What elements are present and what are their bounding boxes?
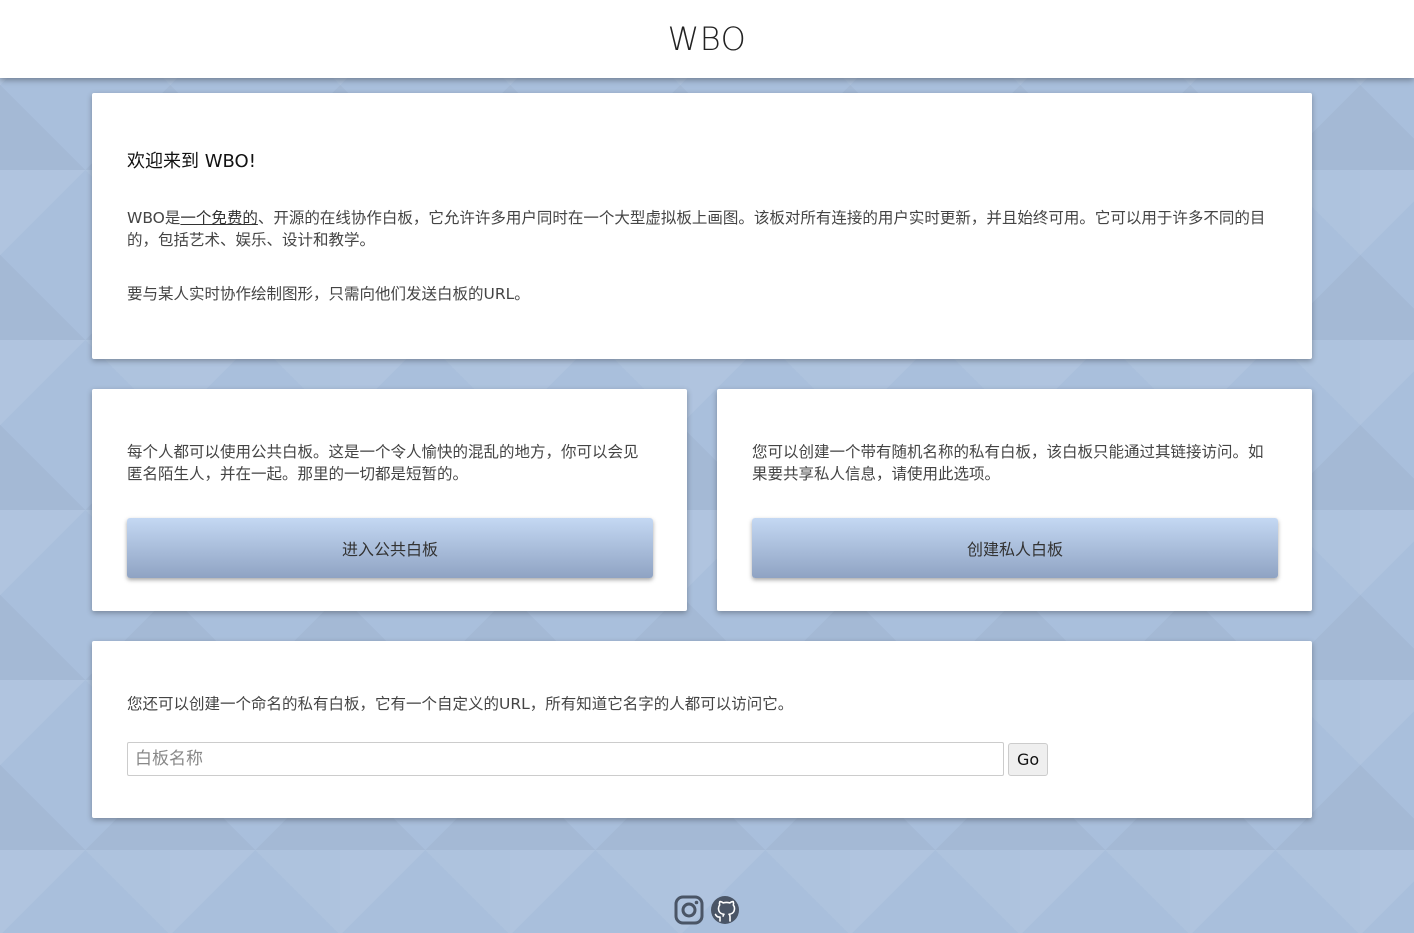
create-private-board-button[interactable]: 创建私人白板	[752, 518, 1278, 578]
welcome-title: 欢迎来到 WBO!	[127, 151, 256, 172]
welcome-desc-start: WBO是	[127, 209, 181, 227]
top-bar: WBO	[0, 0, 1414, 78]
named-board-card: 您还可以创建一个命名的私有白板，它有一个自定义的URL，所有知道它名字的人都可以…	[92, 641, 1312, 818]
board-name-input[interactable]	[127, 742, 1004, 776]
enter-public-board-button[interactable]: 进入公共白板	[127, 518, 653, 578]
share-url-hint: 要与某人实时协作绘制图形，只需向他们发送白板的URL。	[127, 285, 530, 303]
welcome-desc-rest: 、开源的在线协作白板，它允许许多用户同时在一个大型虚拟板上画图。该板对所有连接的…	[127, 209, 1266, 249]
named-board-description: 您还可以创建一个命名的私有白板，它有一个自定义的URL，所有知道它名字的人都可以…	[127, 695, 794, 713]
app-title: WBO	[667, 20, 747, 58]
github-icon[interactable]	[709, 894, 741, 926]
public-board-card: 每个人都可以使用公共白板。这是一个令人愉快的混乱的地方，你可以会见匿名陌生人，并…	[92, 389, 687, 611]
instagram-icon[interactable]	[673, 894, 705, 926]
named-board-form: Go	[127, 742, 1277, 776]
free-link[interactable]: 一个免费的	[180, 209, 258, 227]
welcome-description: WBO是一个免费的、开源的在线协作白板，它允许许多用户同时在一个大型虚拟板上画图…	[127, 207, 1277, 251]
private-board-card: 您可以创建一个带有随机名称的私有白板，该白板只能通过其链接访问。如果要共享私人信…	[717, 389, 1312, 611]
public-board-description: 每个人都可以使用公共白板。这是一个令人愉快的混乱的地方，你可以会见匿名陌生人，并…	[127, 443, 639, 483]
footer	[0, 893, 1414, 927]
private-board-description: 您可以创建一个带有随机名称的私有白板，该白板只能通过其链接访问。如果要共享私人信…	[752, 443, 1264, 483]
welcome-card: 欢迎来到 WBO! WBO是一个免费的、开源的在线协作白板，它允许许多用户同时在…	[92, 93, 1312, 359]
go-button[interactable]: Go	[1008, 742, 1049, 776]
